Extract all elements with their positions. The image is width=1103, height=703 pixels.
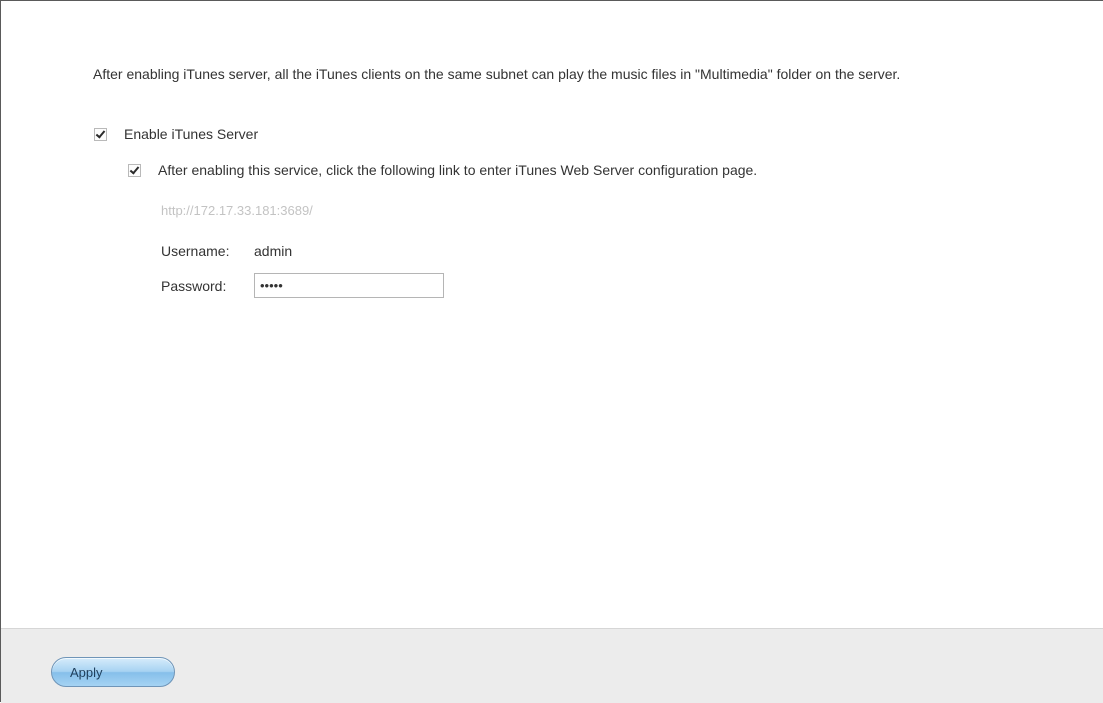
username-label: Username:	[161, 243, 230, 259]
password-field[interactable]	[254, 273, 444, 298]
enable-itunes-server-label[interactable]: Enable iTunes Server	[124, 126, 258, 142]
web-config-link[interactable]: http://172.17.33.181:3689/	[161, 203, 313, 218]
web-config-row[interactable]: After enabling this service, click the f…	[128, 162, 757, 178]
settings-content: After enabling iTunes server, all the iT…	[1, 1, 1103, 628]
service-description: After enabling iTunes server, all the iT…	[93, 66, 901, 82]
checkmark-icon	[95, 127, 106, 139]
checkmark-icon	[129, 163, 140, 175]
username-row: Username: admin	[161, 243, 292, 259]
web-config-label[interactable]: After enabling this service, click the f…	[158, 162, 757, 178]
footer-bar: Apply	[1, 628, 1103, 703]
enable-itunes-server-checkbox[interactable]	[94, 127, 107, 141]
itunes-server-panel: After enabling iTunes server, all the iT…	[0, 0, 1103, 703]
username-value: admin	[254, 243, 293, 259]
password-label: Password:	[161, 277, 227, 294]
enable-itunes-server-row[interactable]: Enable iTunes Server	[94, 126, 258, 142]
password-row: Password:	[161, 273, 444, 298]
apply-button[interactable]: Apply	[51, 657, 175, 687]
web-config-checkbox[interactable]	[128, 163, 141, 177]
